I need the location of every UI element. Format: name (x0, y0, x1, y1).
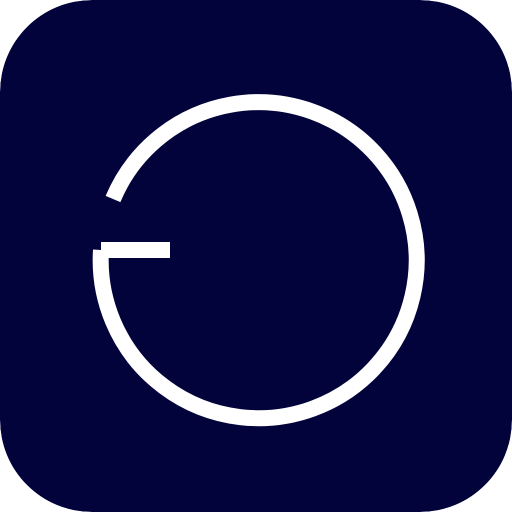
icon-background (0, 0, 512, 512)
app-icon[interactable] (0, 0, 512, 512)
app-logo-icon (0, 0, 512, 512)
